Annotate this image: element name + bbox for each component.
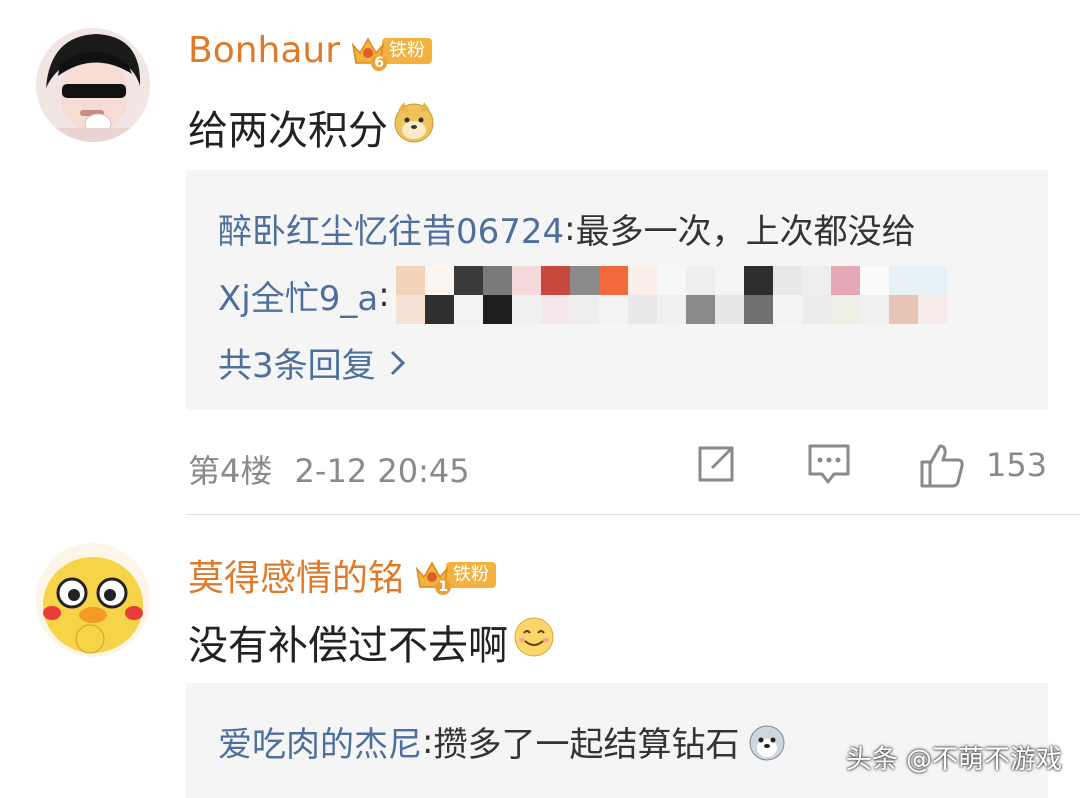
fan-label: 铁粉 bbox=[446, 562, 497, 588]
watermark: 头条 @不萌不游戏 bbox=[845, 745, 1062, 775]
comment-text: 给两次积分 bbox=[188, 108, 388, 154]
doge-emoji-icon bbox=[392, 100, 436, 154]
reply-item[interactable]: 爱吃肉的杰尼 : 攒多了一起结算钻石 bbox=[218, 717, 787, 766]
share-icon[interactable] bbox=[694, 442, 738, 490]
reply-text: 攒多了一起结算钻石 bbox=[433, 725, 740, 765]
reply-item[interactable]: 醉卧红尘忆往昔06724 : 最多一次，上次都没给 bbox=[218, 204, 916, 253]
comment-text-row: 没有补偿过不去啊 bbox=[188, 613, 556, 671]
reply-separator: : bbox=[422, 721, 434, 762]
reply-separator: : bbox=[564, 208, 576, 249]
username[interactable]: 莫得感情的铭 bbox=[188, 549, 404, 601]
comment-time: 2-12 20:45 bbox=[294, 452, 470, 490]
comment-card: Bonhaur 6 铁粉 给两次积分 醉卧红尘忆往昔06724: 最多一次，上… bbox=[0, 0, 1080, 514]
like-count: 153 bbox=[986, 446, 1048, 484]
husky-emoji-icon bbox=[747, 722, 787, 762]
name-row: 莫得感情的铭 1 铁粉 bbox=[188, 549, 497, 601]
user-avatar[interactable] bbox=[36, 28, 150, 142]
comment-icon[interactable] bbox=[806, 442, 852, 490]
reply-username[interactable]: Xj全忙9_a bbox=[218, 271, 378, 320]
fan-label: 铁粉 bbox=[382, 37, 433, 64]
fan-level: 6 bbox=[371, 54, 388, 71]
comment-text: 没有补偿过不去啊 bbox=[188, 623, 508, 669]
reply-username[interactable]: 爱吃肉的杰尼 bbox=[218, 717, 422, 766]
smile-emoji-icon bbox=[512, 615, 556, 669]
reply-text: 最多一次，上次都没给 bbox=[575, 212, 916, 252]
floor-number: 第4楼 bbox=[188, 452, 273, 490]
like-icon[interactable] bbox=[918, 442, 966, 494]
chevron-right-icon bbox=[388, 348, 408, 378]
more-replies-link[interactable]: 共3条回复 bbox=[218, 338, 408, 387]
reply-separator: : bbox=[378, 275, 390, 315]
fan-badge[interactable]: 6 铁粉 bbox=[350, 33, 433, 71]
crown-icon: 6 bbox=[350, 33, 388, 71]
floor-and-time: 第4楼 2-12 20:45 bbox=[188, 446, 470, 492]
comment-text-row: 给两次积分 bbox=[188, 98, 436, 156]
more-replies-text[interactable]: 共3条回复 bbox=[218, 338, 376, 387]
reply-item[interactable]: Xj全忙9_a : bbox=[218, 266, 947, 324]
reply-box: 醉卧红尘忆往昔06724 : 最多一次，上次都没给 Xj全忙9_a : 共3条回… bbox=[186, 170, 1048, 410]
user-avatar[interactable] bbox=[36, 543, 150, 657]
fan-badge[interactable]: 1 铁粉 bbox=[414, 557, 497, 595]
fan-level: 1 bbox=[435, 579, 452, 595]
crown-icon: 1 bbox=[414, 557, 452, 595]
name-row: Bonhaur 6 铁粉 bbox=[188, 30, 433, 71]
reply-username[interactable]: 醉卧红尘忆往昔06724 bbox=[218, 204, 564, 253]
pixelated-reply-image bbox=[395, 266, 947, 324]
username[interactable]: Bonhaur bbox=[188, 30, 340, 71]
comment-footer: 第4楼 2-12 20:45 153 bbox=[188, 436, 1048, 496]
